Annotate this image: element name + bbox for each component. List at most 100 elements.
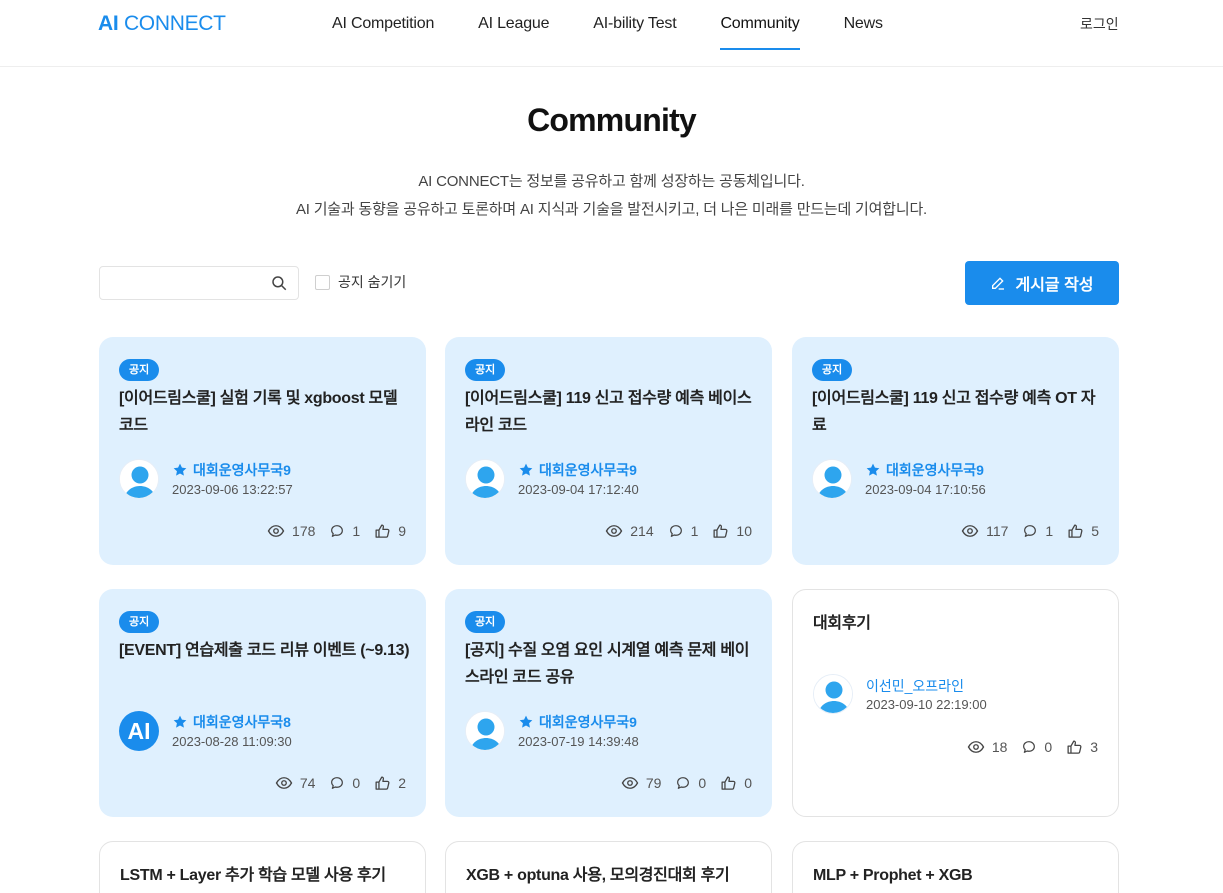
post-title[interactable]: [공지] 수질 오염 요인 시계열 예측 문제 베이스라인 코드 공유	[465, 637, 756, 691]
post-date: 2023-09-04 17:12:40	[518, 482, 639, 497]
eye-icon	[606, 525, 623, 537]
post-title[interactable]: [이어드림스쿨] 119 신고 접수량 예측 베이스라인 코드	[465, 385, 756, 439]
like-count: 10	[736, 523, 752, 539]
notice-badge: 공지	[812, 359, 853, 381]
notice-badge: 공지	[465, 359, 506, 381]
avatar	[813, 674, 853, 714]
star-icon	[866, 463, 880, 476]
author[interactable]: 대회운영사무국9	[172, 460, 291, 480]
eye-icon	[621, 777, 639, 789]
star-icon	[519, 715, 533, 728]
notice-badge: 공지	[465, 611, 506, 633]
comment-icon	[1024, 525, 1037, 537]
post-card[interactable]: MLP + Prophet + XGB	[792, 841, 1119, 893]
eye-icon	[967, 741, 985, 753]
author[interactable]: 대회운영사무국9	[518, 712, 637, 732]
avatar	[465, 459, 505, 499]
post-card[interactable]: 공지 [EVENT] 연습제출 코드 리뷰 이벤트 (~9.13) AI 대회운…	[99, 589, 426, 817]
post-card[interactable]: 대회후기 이선민_오프라인 2023-09-10 22:19:00 18 0 3	[792, 589, 1119, 817]
post-stats: 214 1 10	[591, 522, 752, 540]
post-stats: 18 0 3	[953, 738, 1098, 756]
thumbs-up-icon	[1067, 739, 1082, 754]
view-count: 18	[991, 739, 1008, 755]
comment-count: 0	[1044, 739, 1053, 755]
search-icon[interactable]	[270, 274, 288, 292]
comment-count: 1	[1045, 523, 1054, 539]
post-card[interactable]: 공지 [이어드림스쿨] 119 신고 접수량 예측 베이스라인 코드 대회운영사…	[445, 337, 772, 565]
search-box	[99, 266, 299, 300]
nav-ai-league[interactable]: AI League	[478, 0, 549, 50]
post-stats: 74 0 2	[261, 774, 406, 792]
write-post-label: 게시글 작성	[1015, 277, 1094, 294]
avatar	[465, 711, 505, 751]
comment-icon	[1023, 741, 1036, 753]
view-count: 214	[630, 523, 654, 539]
post-title[interactable]: XGB + optuna 사용, 모의경진대회 후기	[466, 862, 755, 889]
comment-icon	[331, 525, 344, 537]
comment-count: 1	[352, 523, 361, 539]
post-card[interactable]: XGB + optuna 사용, 모의경진대회 후기	[445, 841, 772, 893]
write-post-button[interactable]: 게시글 작성	[965, 261, 1119, 305]
author-name: 대회운영사무국8	[193, 714, 291, 730]
post-date: 2023-07-19 14:39:48	[518, 734, 639, 749]
login-link[interactable]: 로그인	[1080, 14, 1119, 34]
post-title[interactable]: [EVENT] 연습제출 코드 리뷰 이벤트 (~9.13)	[119, 637, 410, 664]
intro-line-2: AI 기술과 동향을 공유하고 토론하며 AI 지식과 기술을 발전시키고, 더…	[295, 201, 928, 218]
author[interactable]: 대회운영사무국9	[518, 460, 637, 480]
avatar	[812, 459, 852, 499]
view-count: 178	[292, 523, 316, 539]
eye-icon	[267, 525, 285, 537]
post-date: 2023-08-28 11:09:30	[172, 734, 292, 749]
logo[interactable]: AI CONNECT	[98, 12, 226, 36]
author[interactable]: 대회운영사무국8	[172, 712, 291, 732]
top-header: AI CONNECT AI Competition AI League AI-b…	[0, 0, 1223, 67]
post-title[interactable]: [이어드림스쿨] 119 신고 접수량 예측 OT 자료	[812, 385, 1103, 439]
main-nav: AI Competition AI League AI-bility Test …	[332, 0, 927, 67]
notice-badge: 공지	[119, 611, 160, 633]
like-count: 0	[744, 775, 752, 791]
star-icon	[173, 715, 187, 728]
post-card[interactable]: LSTM + Layer 추가 학습 모델 사용 후기	[99, 841, 426, 893]
author-name: 대회운영사무국9	[886, 462, 984, 478]
avatar: AI	[119, 711, 159, 751]
view-count: 79	[645, 775, 662, 791]
nav-ai-competition[interactable]: AI Competition	[332, 0, 434, 50]
hide-notice-label: 공지 숨기기	[338, 274, 407, 290]
post-card[interactable]: 공지 [이어드림스쿨] 119 신고 접수량 예측 OT 자료 대회운영사무국9…	[792, 337, 1119, 565]
view-count: 74	[299, 775, 316, 791]
hide-notice-toggle[interactable]: 공지 숨기기	[315, 272, 406, 292]
comment-icon	[331, 777, 344, 789]
post-title[interactable]: [이어드림스쿨] 실험 기록 및 xgboost 모델 코드	[119, 385, 410, 439]
post-title[interactable]: MLP + Prophet + XGB	[813, 862, 1102, 889]
post-stats: 117 1 5	[947, 522, 1099, 540]
thumbs-up-icon	[1068, 523, 1083, 538]
like-count: 5	[1091, 523, 1099, 539]
author-name: 대회운영사무국9	[193, 462, 291, 478]
notice-badge: 공지	[119, 359, 160, 381]
nav-ai-bility-test[interactable]: AI-bility Test	[593, 0, 676, 50]
post-title[interactable]: 대회후기	[813, 610, 1102, 637]
comment-count: 0	[352, 775, 361, 791]
author[interactable]: 대회운영사무국9	[865, 460, 984, 480]
pencil-icon	[992, 277, 1005, 290]
like-count: 2	[398, 775, 406, 791]
comment-icon	[669, 525, 682, 537]
thumbs-up-icon	[721, 775, 736, 790]
thumbs-up-icon	[375, 523, 390, 538]
intro-line-1: AI CONNECT는 정보를 공유하고 함께 성장하는 공동체입니다.	[418, 173, 805, 190]
post-date: 2023-09-10 22:19:00	[866, 697, 987, 712]
star-icon	[173, 463, 187, 476]
post-card[interactable]: 공지 [공지] 수질 오염 요인 시계열 예측 문제 베이스라인 코드 공유 대…	[445, 589, 772, 817]
like-count: 3	[1090, 739, 1098, 755]
comment-icon	[677, 777, 690, 789]
author[interactable]: 이선민_오프라인	[866, 676, 964, 696]
star-icon	[519, 463, 533, 476]
nav-news[interactable]: News	[844, 0, 883, 50]
search-input[interactable]	[100, 267, 260, 299]
nav-community[interactable]: Community	[720, 0, 800, 50]
thumbs-up-icon	[375, 775, 390, 790]
post-title[interactable]: LSTM + Layer 추가 학습 모델 사용 후기	[120, 862, 409, 889]
author-name: 대회운영사무국9	[539, 714, 637, 730]
post-card[interactable]: 공지 [이어드림스쿨] 실험 기록 및 xgboost 모델 코드 대회운영사무…	[99, 337, 426, 565]
hide-notice-checkbox[interactable]	[315, 274, 330, 290]
